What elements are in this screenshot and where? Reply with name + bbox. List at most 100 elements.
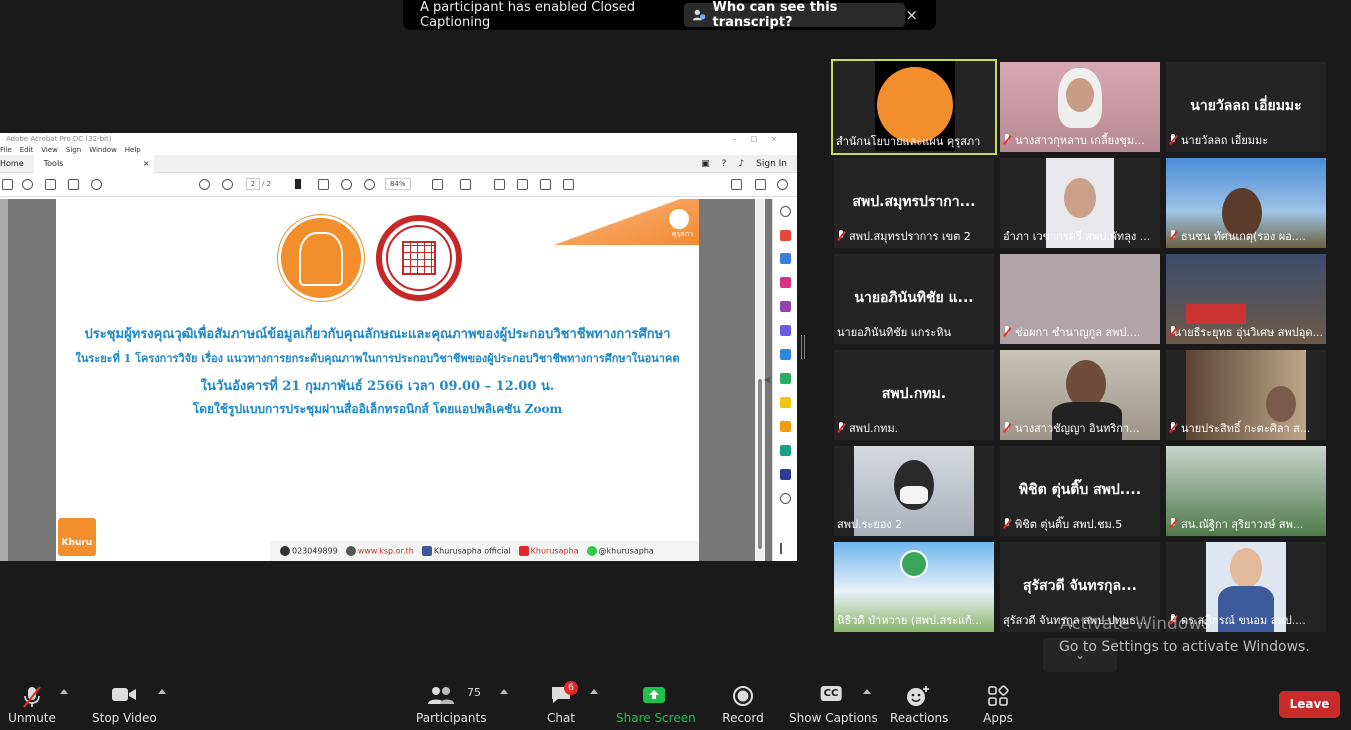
mic-muted-icon	[837, 230, 845, 242]
stamp-icon[interactable]	[563, 179, 574, 190]
page-down-icon[interactable]	[222, 179, 233, 190]
export-pdf-icon[interactable]	[780, 349, 791, 360]
fit-page-icon[interactable]	[432, 179, 443, 190]
create-icon[interactable]	[2, 179, 13, 190]
layout-splitter-handle[interactable]	[801, 335, 805, 359]
participant-display-name: สพป.กทม.	[881, 386, 947, 402]
pen-icon[interactable]	[517, 179, 528, 190]
record-button[interactable]: Record	[720, 675, 766, 730]
search-icon[interactable]	[91, 179, 102, 190]
participant-tile-11[interactable]: นายประสิทธิ์ กะตะศิลา ส...	[1166, 350, 1326, 440]
participant-tile-0[interactable]: สำนักนโยบายและแผน คุรุสภา	[831, 59, 997, 155]
enhance-scans-icon[interactable]	[780, 373, 791, 384]
print-icon[interactable]	[68, 179, 79, 190]
sign-in-link[interactable]: Sign In	[756, 159, 787, 169]
combine-files-icon[interactable]	[780, 253, 791, 264]
reactions-button[interactable]: Reactions	[890, 675, 948, 730]
participant-tile-9[interactable]: สพป.กทม. สพป.กทม.	[834, 350, 994, 440]
more-tools-icon[interactable]	[780, 493, 791, 504]
audio-options-chevron-icon[interactable]	[60, 689, 68, 694]
shield-icon[interactable]	[780, 469, 791, 480]
fill-sign-tool-icon[interactable]	[780, 325, 791, 336]
stop-video-button[interactable]: Stop Video	[92, 675, 157, 730]
select-cursor-icon[interactable]	[295, 179, 301, 189]
record-icon	[733, 686, 753, 706]
leave-button[interactable]: Leave	[1279, 691, 1340, 718]
participant-tile-12[interactable]: สพป.ระยอง 2	[834, 446, 994, 536]
participant-tile-3[interactable]: สพป.สมุทรปรากา... สพป.สมุทรปราการ เขต 2	[834, 158, 994, 248]
menu-file[interactable]: File	[0, 145, 12, 155]
tab-tools[interactable]: Tools ×	[33, 154, 154, 173]
menu-view[interactable]: View	[41, 145, 58, 155]
participant-tile-8[interactable]: นายธีระยุทธ อุ่นวิเศษ สพปอุด...	[1166, 254, 1326, 344]
participant-tile-7[interactable]: ช่อผกา ชำนาญกูล สพป....	[1000, 254, 1160, 344]
close-banner-icon[interactable]: ×	[905, 6, 918, 24]
tab-close-icon[interactable]: ×	[143, 155, 150, 173]
zoom-select[interactable]: 84%	[385, 178, 411, 190]
expand-pane-icon[interactable]	[780, 543, 791, 554]
star-icon[interactable]	[22, 179, 33, 190]
chat-options-chevron-icon[interactable]	[590, 689, 598, 694]
hand-icon[interactable]	[318, 179, 329, 190]
participant-name: นายอภินันทิชัย แกระหิน	[837, 326, 952, 339]
help-icon[interactable]: ?	[722, 159, 727, 169]
menu-window[interactable]: Window	[89, 145, 117, 155]
menu-sign[interactable]: Sign	[66, 145, 81, 155]
page-total: / 2	[262, 180, 272, 188]
participant-name-label: นายอภินันทิชัย แกระหิน	[837, 323, 951, 341]
unmute-button[interactable]: Unmute	[6, 675, 58, 730]
participant-tile-10[interactable]: นางสาวชัญญา อินทริกา...	[1000, 350, 1160, 440]
zoom-out-icon[interactable]	[341, 179, 352, 190]
participant-tile-14[interactable]: สน.ณัฐิกา สุริยาวงษ์ สพ...	[1166, 446, 1326, 536]
print-production-icon[interactable]	[780, 445, 791, 456]
participant-tile-15[interactable]: นิธิวดี ป่าหวาย (สพป.สระแก้...	[834, 542, 994, 632]
collapse-panel-icon[interactable]: ◀	[764, 375, 770, 384]
organize-pages-icon[interactable]	[780, 277, 791, 288]
captions-options-chevron-icon[interactable]	[863, 689, 871, 694]
bell-icon[interactable]: ♪	[738, 159, 744, 169]
page-indicator[interactable]: 2/ 2	[246, 178, 273, 191]
participant-count: 75	[467, 686, 481, 699]
add-comment-icon[interactable]	[494, 179, 505, 190]
apps-button[interactable]: Apps	[976, 675, 1020, 730]
upload-icon[interactable]	[45, 179, 56, 190]
edit-pdf-icon[interactable]	[780, 301, 791, 312]
page-current[interactable]: 2	[246, 178, 260, 190]
doc-date-line: ในวันอังคารที่ 21 กุมภาพันธ์ 2566 เวลา 0…	[200, 379, 555, 394]
page-up-icon[interactable]	[199, 179, 210, 190]
document-area: คุรุสภา ประชุมผู้ทรงคุณวุฒิเพื่อสัมภาษณ์…	[0, 199, 797, 561]
comment-icon[interactable]: ▣	[701, 159, 710, 169]
scrollbar-thumb[interactable]	[758, 379, 762, 549]
show-captions-button[interactable]: CC Show Captions	[789, 675, 878, 730]
participant-tile-6[interactable]: นายอภินันทิชัย แ... นายอภินันทิชัย แกระห…	[834, 254, 994, 344]
comment-tool-icon[interactable]	[780, 421, 791, 432]
participants-options-chevron-icon[interactable]	[500, 689, 508, 694]
zoom-in-icon[interactable]	[364, 179, 375, 190]
video-options-chevron-icon[interactable]	[158, 689, 166, 694]
participant-tile-13[interactable]: พิชิต ตุ่นติ๊บ สพป.... พิชิต ตุ่นติ๊บ สพ…	[1000, 446, 1160, 536]
participant-tile-1[interactable]: นางสาวกุหลาบ เกลี้ยงชุม...	[1000, 62, 1160, 152]
menu-edit[interactable]: Edit	[20, 145, 34, 155]
protect-icon[interactable]	[780, 397, 791, 408]
sign-icon[interactable]	[540, 179, 551, 190]
menu-help[interactable]: Help	[125, 145, 141, 155]
participant-tile-2[interactable]: นายวัลลถ เอี่ยมมะ นายวัลลถ เอี่ยมมะ	[1166, 62, 1326, 152]
fill-sign-icon[interactable]	[731, 179, 742, 190]
create-pdf-icon[interactable]	[780, 230, 791, 241]
share-user-icon[interactable]	[777, 179, 788, 190]
chat-button[interactable]: 6 Chat	[540, 675, 582, 730]
doc-heading-line-2: ในระยะที่ 1 โครงการวิจัย เรื่อง แนวทางกา…	[75, 352, 680, 365]
participant-name-label: สน.ณัฐิกา สุริยาวงษ์ สพ...	[1169, 515, 1303, 533]
tab-home[interactable]: Home	[0, 159, 34, 168]
who-can-see-transcript-button[interactable]: Who can see this transcript?	[684, 0, 906, 30]
mail-icon[interactable]	[755, 179, 766, 190]
scroll-mode-icon[interactable]	[460, 179, 471, 190]
participant-tile-4[interactable]: อำภา เวชากรศรี สพป.พัทลุง ...	[1000, 158, 1160, 248]
participant-tile-5[interactable]: ธนชน ทัศนเกตุ(รอง ผอ....	[1166, 158, 1326, 248]
participants-button[interactable]: 75 Participants	[416, 675, 487, 730]
participant-name: สน.ณัฐิกา สุริยาวงษ์ สพ...	[1181, 518, 1304, 531]
gallery-page-down-icon[interactable]: ⌄	[1043, 638, 1117, 672]
apps-grid-icon	[988, 685, 1009, 706]
share-screen-button[interactable]: Share Screen	[616, 675, 696, 730]
zoom-tool-icon[interactable]	[780, 206, 791, 217]
